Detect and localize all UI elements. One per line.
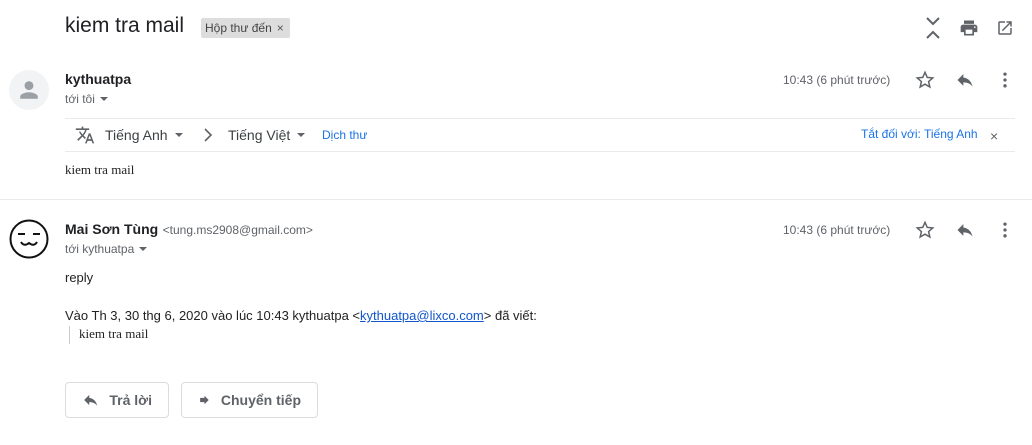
avatar-face[interactable] [9,219,49,259]
forward-button-label: Chuyển tiếp [220,392,301,408]
more-vert-icon[interactable] [993,68,1017,92]
close-translate-icon[interactable]: × [990,128,998,144]
expand-all-icon[interactable] [921,16,945,40]
message1-to: tới tôi [65,92,95,106]
label-chip-text: Hộp thư đến [205,21,272,35]
source-language-label: Tiếng Anh [105,127,168,143]
message2-recipients[interactable]: tới kythuatpa [65,242,148,256]
star-icon[interactable] [913,218,937,242]
target-language-select[interactable]: Tiếng Việt [228,127,306,143]
print-icon[interactable] [957,16,981,40]
chevron-down-icon[interactable] [138,244,148,254]
forward-button[interactable]: Chuyển tiếp [181,382,318,418]
open-in-new-window-icon[interactable] [993,16,1017,40]
quoted-text: kiem tra mail [69,326,148,344]
turn-off-translate-link[interactable]: Tắt đối với: Tiếng Anh [861,127,978,141]
more-vert-icon[interactable] [993,218,1017,242]
translate-message-link[interactable]: Dịch thư [322,128,367,142]
quote-header: Vào Th 3, 30 thg 6, 2020 vào lúc 10:43 k… [65,308,537,323]
message1-time: 10:43 (6 phút trước) [783,73,891,87]
message2-sender[interactable]: Mai Sơn Tùng [65,221,158,237]
reply-icon[interactable] [953,68,977,92]
chevron-down-icon[interactable] [99,94,109,104]
label-remove-icon[interactable]: × [277,21,284,35]
label-chip-inbox[interactable]: Hộp thư đến × [201,18,290,38]
star-icon[interactable] [913,68,937,92]
quote-email-link[interactable]: kythuatpa@lixco.com [360,308,484,323]
reply-button[interactable]: Trả lời [65,382,169,418]
message1-body: kiem tra mail [65,162,135,177]
avatar-default[interactable] [9,70,49,110]
chevron-right-icon [203,128,213,147]
quote-header-suffix: > đã viết: [483,308,537,323]
message2-to: tới kythuatpa [65,242,135,256]
reply-icon [84,394,98,406]
thread-subject: kiem tra mail [65,14,185,37]
message-divider [0,199,1032,200]
reply-icon[interactable] [953,218,977,242]
message2-sender-line: Mai Sơn Tùng <tung.ms2908@gmail.com> [65,221,313,239]
translate-icon [75,125,95,150]
message2-time: 10:43 (6 phút trước) [783,223,891,237]
forward-icon [200,395,209,405]
message1-sender[interactable]: kythuatpa [65,71,131,87]
message2-sender-email: <tung.ms2908@gmail.com> [162,223,313,237]
message2-body: reply [65,270,94,285]
quote-header-prefix: Vào Th 3, 30 thg 6, 2020 vào lúc 10:43 k… [65,308,361,323]
source-language-select[interactable]: Tiếng Anh [105,127,184,143]
chevron-down-icon [174,133,183,137]
target-language-label: Tiếng Việt [228,127,291,143]
message1-recipients[interactable]: tới tôi [65,92,109,106]
chevron-down-icon [297,133,306,137]
reply-button-label: Trả lời [109,392,152,408]
